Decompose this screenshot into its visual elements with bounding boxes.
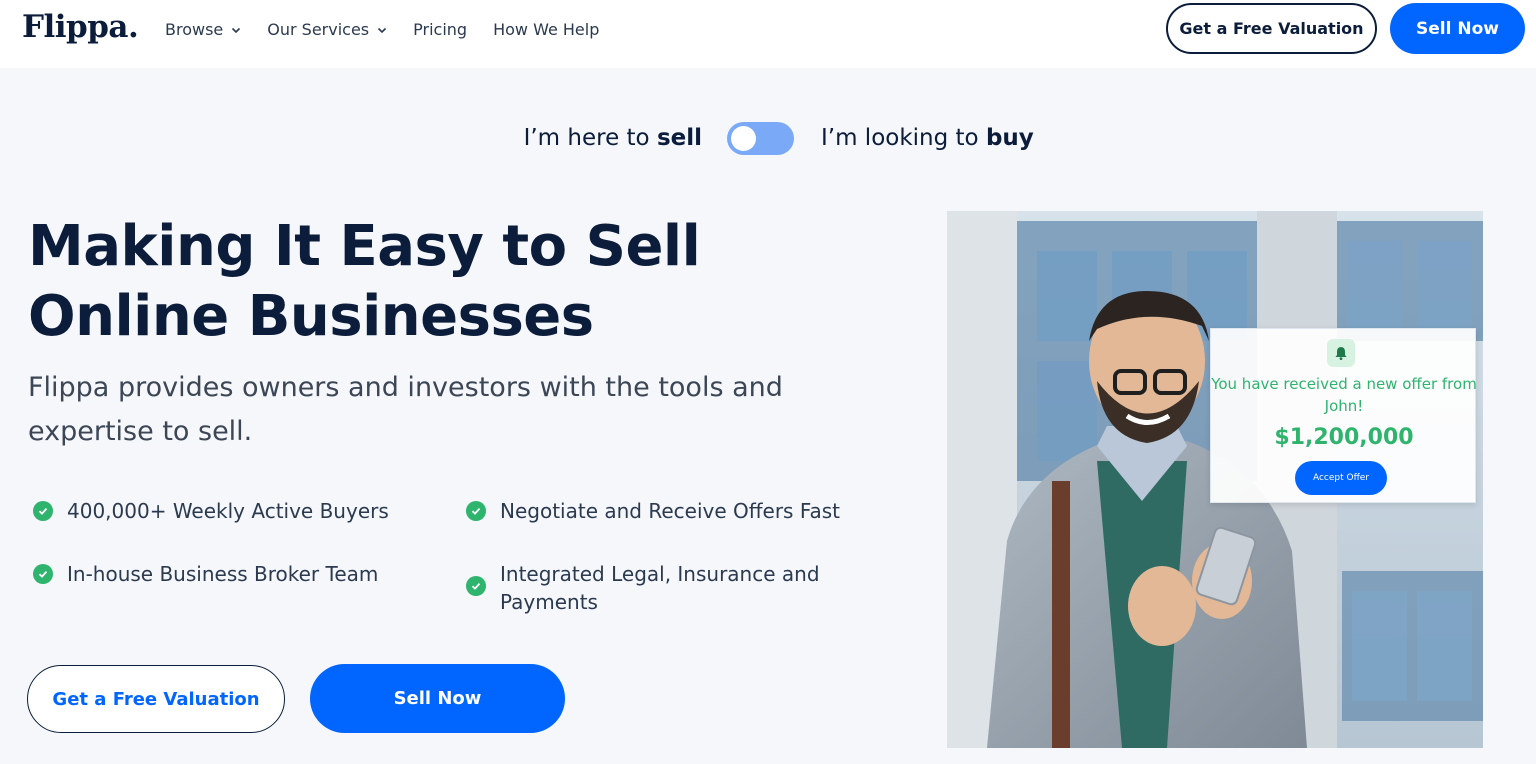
main-nav: Browse Our Services Pricing How We Help [165,20,625,39]
site-header: Flippa. Browse Our Services Pricing How … [0,0,1536,68]
bell-icon [1327,339,1355,367]
sell-now-button[interactable]: Sell Now [310,664,565,733]
feature-label: In-house Business Broker Team [67,562,379,586]
switch-knob [731,126,756,151]
toggle-sell-label[interactable]: I’m here to sell [524,125,702,151]
offer-amount: $1,200,000 [1274,425,1414,450]
hero-subhead: Flippa provides owners and investors wit… [28,372,783,447]
nav-browse[interactable]: Browse [165,20,241,39]
feature-item: Negotiate and Receive Offers Fast [466,497,886,525]
toggle-sell-word: sell [656,125,702,151]
chevron-down-icon [377,25,387,35]
check-circle-icon [33,564,53,584]
nav-our-services-label: Our Services [267,20,370,39]
sell-buy-toggle-row: I’m here to sell I’m looking to buy [0,120,1536,160]
accept-offer-button[interactable]: Accept Offer [1295,461,1387,495]
feature-item: In-house Business Broker Team [33,560,443,588]
offer-notification-card: You have received a new offer from John!… [1210,328,1477,503]
feature-item: Integrated Legal, Insurance and Payments [466,560,866,616]
header-sell-now-button[interactable]: Sell Now [1390,3,1525,54]
chevron-down-icon [231,25,241,35]
toggle-buy-word: buy [985,125,1034,151]
sell-buy-switch[interactable] [727,122,794,155]
hero-headline-line2: Online Businesses [28,284,594,349]
nav-browse-label: Browse [165,20,224,39]
feature-label: 400,000+ Weekly Active Buyers [67,499,389,523]
feature-label: Integrated Legal, Insurance and Payments [500,562,820,614]
toggle-sell-prefix: I’m here to [523,125,657,151]
nav-how-we-help-label: How We Help [493,20,600,39]
check-circle-icon [466,501,486,521]
nav-pricing-label: Pricing [413,20,468,39]
nav-how-we-help[interactable]: How We Help [493,20,599,39]
nav-pricing[interactable]: Pricing [413,20,467,39]
flippa-logo[interactable]: Flippa. [22,9,139,45]
toggle-buy-prefix: I’m looking to [821,125,986,151]
check-circle-icon [33,501,53,521]
toggle-buy-label[interactable]: I’m looking to buy [821,125,1034,151]
offer-message: You have received a new offer from John! [1211,375,1477,415]
nav-our-services[interactable]: Our Services [267,20,387,39]
hero-headline-line1: Making It Easy to Sell [28,214,701,279]
check-circle-icon [466,576,486,596]
feature-label: Negotiate and Receive Offers Fast [500,499,841,523]
hero-headline: Making It Easy to Sell Online Businesses [28,212,888,352]
header-free-valuation-button[interactable]: Get a Free Valuation [1166,3,1377,54]
free-valuation-button[interactable]: Get a Free Valuation [27,665,285,733]
feature-item: 400,000+ Weekly Active Buyers [33,497,443,525]
